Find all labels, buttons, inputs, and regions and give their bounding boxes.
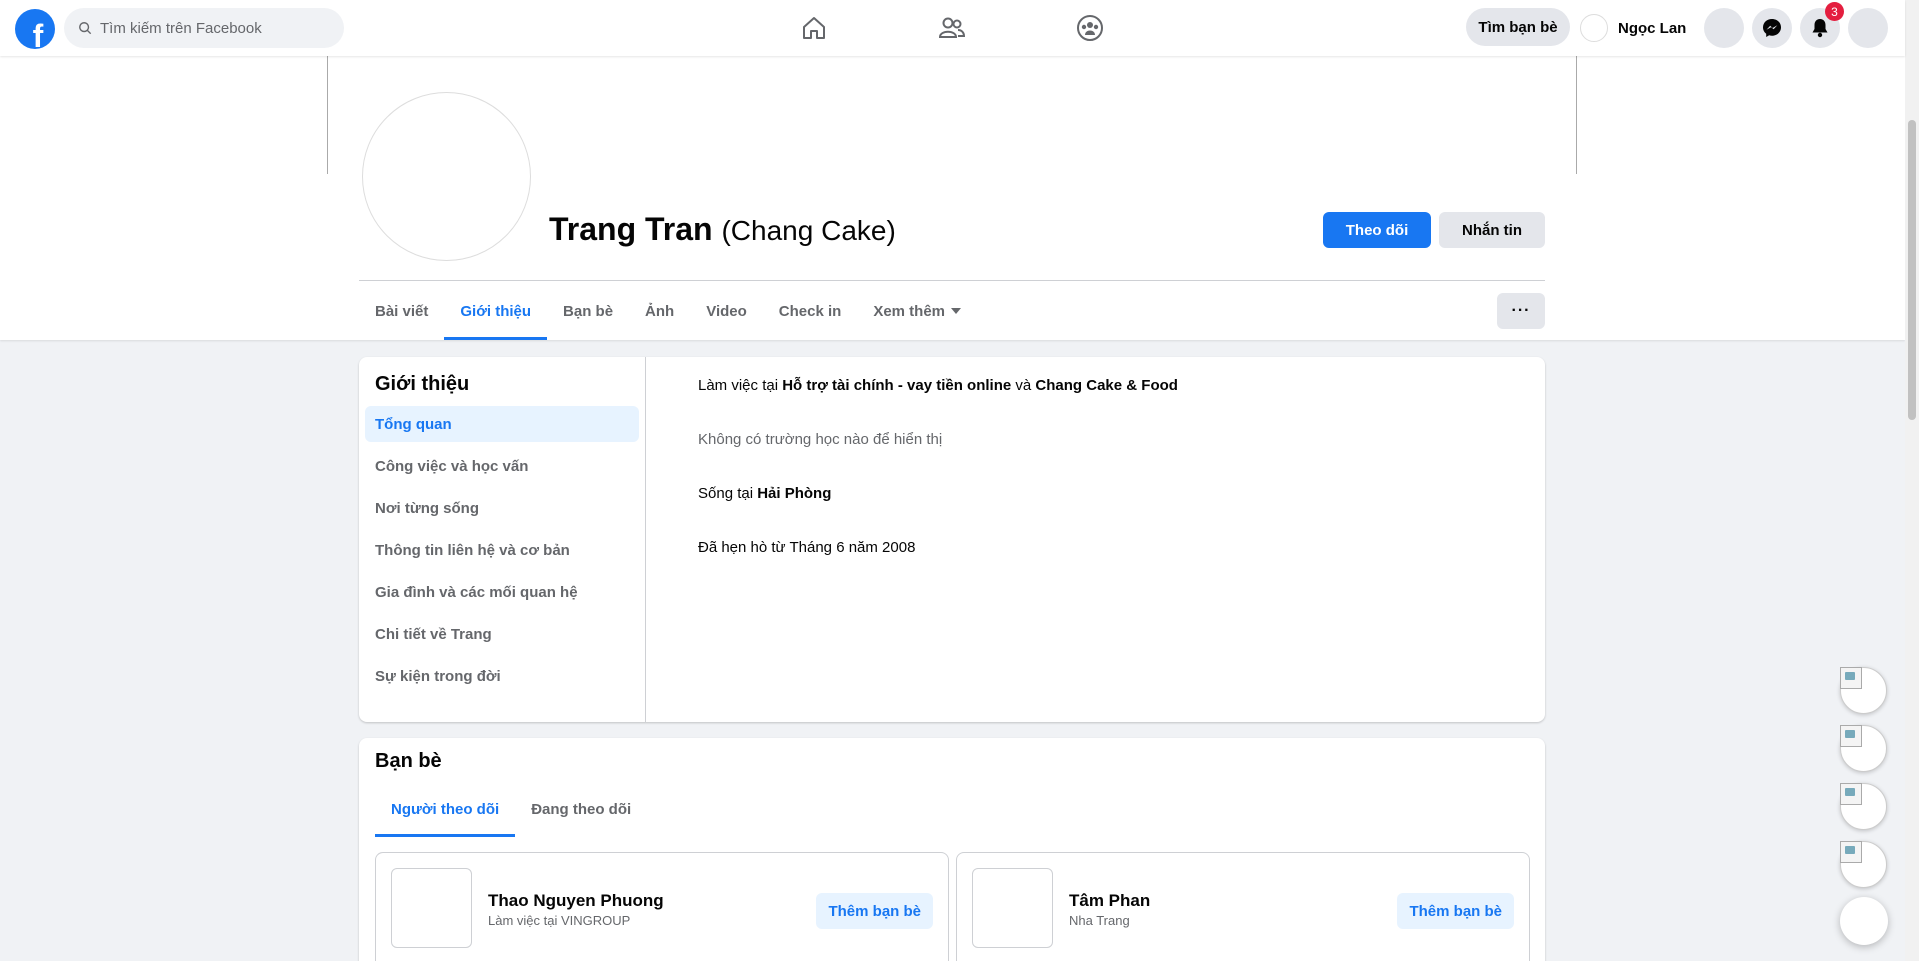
about-card: Giới thiệu Tổng quan Công việc và học vấ… <box>359 357 1545 722</box>
page-scrollbar[interactable] <box>1905 0 1919 961</box>
bell-icon <box>1812 19 1828 38</box>
chat-head[interactable] <box>1840 725 1887 772</box>
about-menu-family-relationships[interactable]: Gia đình và các mối quan hệ <box>365 574 639 610</box>
friends-card: Bạn bè Người theo dõi Đang theo dõi Thao… <box>359 738 1545 961</box>
about-menu-details[interactable]: Chi tiết về Trang <box>365 616 639 652</box>
tab-more[interactable]: Xem thêm <box>857 282 977 340</box>
tab-friends[interactable]: Bạn bè <box>547 282 629 340</box>
friend-avatar[interactable] <box>391 868 472 948</box>
menu-button[interactable] <box>1704 8 1744 48</box>
header-divider <box>359 280 1545 281</box>
chat-head[interactable] <box>1840 841 1887 888</box>
friend-name[interactable]: Tâm Phan <box>1069 891 1150 911</box>
friends-icon[interactable] <box>936 12 968 44</box>
profile-name: Trang Tran (Chang Cake) <box>549 211 896 248</box>
cover-photo-border-left <box>327 56 328 174</box>
work-info: Làm việc tại Hỗ trợ tài chính - vay tiền… <box>698 376 1178 430</box>
work-conjunction: và <box>1011 377 1036 394</box>
lives-place-link[interactable]: Hải Phòng <box>757 485 831 502</box>
workplace-link-1[interactable]: Hỗ trợ tài chính - vay tiền online <box>782 377 1011 394</box>
broken-image-icon <box>1840 667 1862 689</box>
workplace-link-2[interactable]: Chang Cake & Food <box>1035 377 1178 394</box>
search-input[interactable]: Tìm kiếm trên Facebook <box>64 8 344 48</box>
caret-down-icon <box>951 308 962 314</box>
find-friends-button[interactable]: Tìm bạn bè <box>1466 8 1570 46</box>
profile-shortcut[interactable]: Ngọc Lan <box>1580 12 1686 44</box>
profile-picture[interactable] <box>362 92 531 261</box>
tab-followers[interactable]: Người theo dõi <box>375 782 516 837</box>
friend-avatar[interactable] <box>972 868 1053 948</box>
messenger-button[interactable] <box>1752 8 1792 48</box>
friend-subtitle: Làm việc tại VINGROUP <box>488 913 631 928</box>
about-menu-work-education[interactable]: Công việc và học vấn <box>365 448 639 484</box>
work-prefix: Làm việc tại <box>698 377 783 394</box>
friend-card: Thao Nguyen Phuong Làm việc tại VINGROUP… <box>375 852 949 961</box>
new-message-button[interactable] <box>1840 897 1888 945</box>
add-friend-button[interactable]: Thêm bạn bè <box>1397 893 1514 929</box>
broken-image-icon <box>1840 841 1862 863</box>
friend-card: Tâm Phan Nha Trang Thêm bạn bè <box>956 852 1530 961</box>
top-navigation-bar: f Tìm kiếm trên Facebook Tìm bạn bè Ngọc… <box>0 0 1905 56</box>
about-menu-places-lived[interactable]: Nơi từng sống <box>365 490 639 526</box>
friends-tabs: Người theo dõi Đang theo dõi <box>375 782 647 837</box>
profile-alternate-name: (Chang Cake) <box>721 215 896 246</box>
chat-head[interactable] <box>1840 667 1887 714</box>
about-menu-contact-basic-info[interactable]: Thông tin liên hệ và cơ bản <box>365 532 639 568</box>
friend-subtitle: Nha Trang <box>1069 913 1130 928</box>
tab-posts[interactable]: Bài viết <box>359 282 444 340</box>
message-button[interactable]: Nhắn tin <box>1439 212 1545 248</box>
notification-count-badge: 3 <box>1825 2 1844 21</box>
home-icon[interactable] <box>798 12 830 44</box>
tab-following[interactable]: Đang theo dõi <box>515 782 647 837</box>
search-placeholder: Tìm kiếm trên Facebook <box>100 19 262 37</box>
messenger-icon <box>1763 19 1781 37</box>
add-friend-button[interactable]: Thêm bạn bè <box>816 893 933 929</box>
lives-prefix: Sống tại <box>698 485 758 502</box>
avatar <box>1580 14 1608 42</box>
profile-header: Trang Tran (Chang Cake) Theo dõi Nhắn ti… <box>0 56 1905 340</box>
broken-image-icon <box>1840 783 1862 805</box>
more-options-button[interactable]: ··· <box>1497 293 1545 329</box>
friend-name[interactable]: Thao Nguyen Phuong <box>488 891 664 911</box>
tab-about[interactable]: Giới thiệu <box>444 282 547 340</box>
profile-tabs: Bài viết Giới thiệu Bạn bè Ảnh Video Che… <box>359 282 977 340</box>
friends-title[interactable]: Bạn bè <box>375 750 442 773</box>
lives-in-info: Sống tại Hải Phòng <box>698 484 1178 538</box>
about-sidebar: Giới thiệu Tổng quan Công việc và học vấ… <box>359 357 646 722</box>
tab-more-label: Xem thêm <box>873 302 946 320</box>
about-menu-life-events[interactable]: Sự kiện trong đời <box>365 658 639 694</box>
about-title: Giới thiệu <box>375 373 470 395</box>
about-content: Làm việc tại Hỗ trợ tài chính - vay tiền… <box>698 376 1178 592</box>
search-icon <box>79 22 92 35</box>
account-button[interactable] <box>1848 8 1888 48</box>
profile-primary-name: Trang Tran <box>549 211 713 247</box>
scrollbar-thumb[interactable] <box>1908 120 1916 420</box>
tab-videos[interactable]: Video <box>690 282 763 340</box>
groups-icon[interactable] <box>1074 12 1106 44</box>
education-info: Không có trường học nào để hiển thị <box>698 431 943 448</box>
about-menu-overview[interactable]: Tổng quan <box>365 406 639 442</box>
user-name: Ngọc Lan <box>1618 19 1687 37</box>
follow-button[interactable]: Theo dõi <box>1323 212 1431 248</box>
facebook-logo[interactable]: f <box>15 9 55 49</box>
cover-photo-border-right <box>1576 56 1577 174</box>
tab-photos[interactable]: Ảnh <box>629 282 690 340</box>
relationship-info: Đã hẹn hò từ Tháng 6 năm 2008 <box>698 539 916 556</box>
notifications-button[interactable]: 3 <box>1800 2 1844 48</box>
tab-check-ins[interactable]: Check in <box>763 282 858 340</box>
chat-head[interactable] <box>1840 783 1887 830</box>
broken-image-icon <box>1840 725 1862 747</box>
